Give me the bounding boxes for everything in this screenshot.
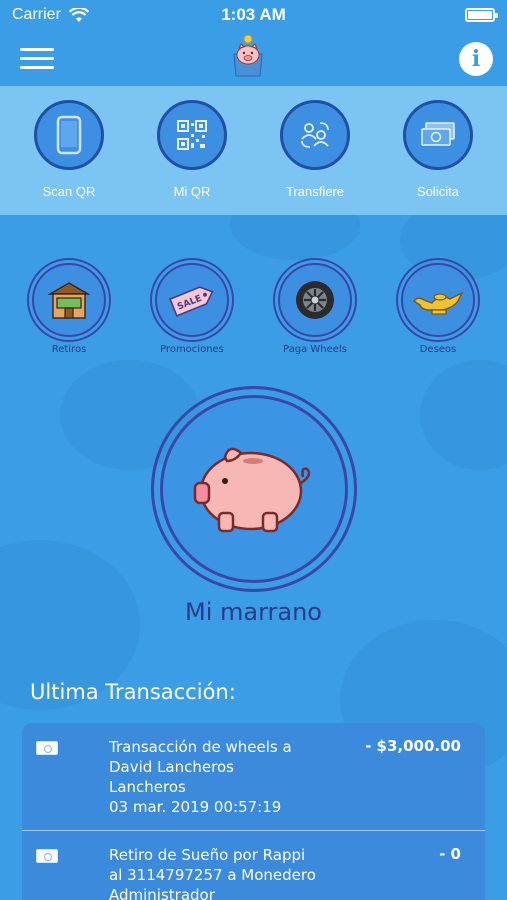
solicita-label: Solicita xyxy=(417,184,459,199)
deseos-label: Deseos xyxy=(419,344,457,355)
transaction-row[interactable]: Retiro de Sueño por Rappi al 3114797257 … xyxy=(22,831,485,900)
mi-qr-button[interactable]: Mi QR xyxy=(132,100,252,199)
info-icon: i xyxy=(471,46,481,72)
piggy-bank-title: Mi marrano xyxy=(184,598,322,626)
transaction-description: Retiro de Sueño por Rappi al 3114797257 … xyxy=(109,846,316,900)
solicita-button[interactable]: Solicita xyxy=(378,100,498,199)
store-icon xyxy=(48,282,90,319)
deseos-button[interactable]: Deseos xyxy=(383,258,493,355)
scan-qr-button[interactable]: Scan QR xyxy=(9,100,129,199)
wheel-icon xyxy=(296,281,334,319)
magic-lamp-icon xyxy=(412,291,464,315)
phone-icon xyxy=(56,115,82,155)
paga-wheels-label: Paga Wheels xyxy=(283,344,347,355)
status-time: 1:03 AM xyxy=(221,5,286,24)
transactions-list: Transacción de wheels a David Lancheros … xyxy=(22,723,485,900)
retiros-button[interactable]: Retiros xyxy=(14,258,124,355)
battery-icon xyxy=(465,8,498,22)
transfiere-label: Transfiere xyxy=(285,184,345,199)
quick-actions-panel: Scan QR Mi QR Transfiere Solicita xyxy=(0,86,507,215)
transaction-row[interactable]: Transacción de wheels a David Lancheros … xyxy=(22,723,485,831)
retiros-label: Retiros xyxy=(51,344,87,355)
promociones-label: Promociones xyxy=(160,344,224,355)
cash-icon xyxy=(36,741,58,755)
promociones-button[interactable]: SALE Promociones xyxy=(137,258,247,355)
status-bar: Carrier 1:03 AM xyxy=(0,0,507,30)
scan-qr-label: Scan QR xyxy=(42,184,96,199)
sale-tag-icon: SALE xyxy=(169,286,214,317)
transactions-heading: Ultima Transacción: xyxy=(30,680,236,704)
transfiere-button[interactable]: Transfiere xyxy=(255,100,375,199)
transfer-users-icon xyxy=(301,122,329,148)
transaction-amount: - 0 xyxy=(439,845,461,863)
piggy-logo-icon xyxy=(233,34,263,77)
piggy-bank-button[interactable] xyxy=(151,386,357,592)
cash-icon xyxy=(421,122,455,146)
paga-wheels-button[interactable]: Paga Wheels xyxy=(260,258,370,355)
transaction-description: Transacción de wheels a David Lancheros … xyxy=(109,737,334,817)
cash-icon xyxy=(36,849,58,863)
transaction-amount: - $3,000.00 xyxy=(365,737,461,755)
info-button[interactable]: i xyxy=(459,42,493,76)
piggy-bank-icon xyxy=(193,447,311,533)
mi-qr-label: Mi QR xyxy=(173,184,211,199)
menu-button[interactable] xyxy=(20,48,54,70)
qr-code-icon xyxy=(177,120,207,150)
transaction-date: 03 mar. 2019 00:57:19 xyxy=(109,798,282,816)
nav-bar: i xyxy=(0,30,507,86)
